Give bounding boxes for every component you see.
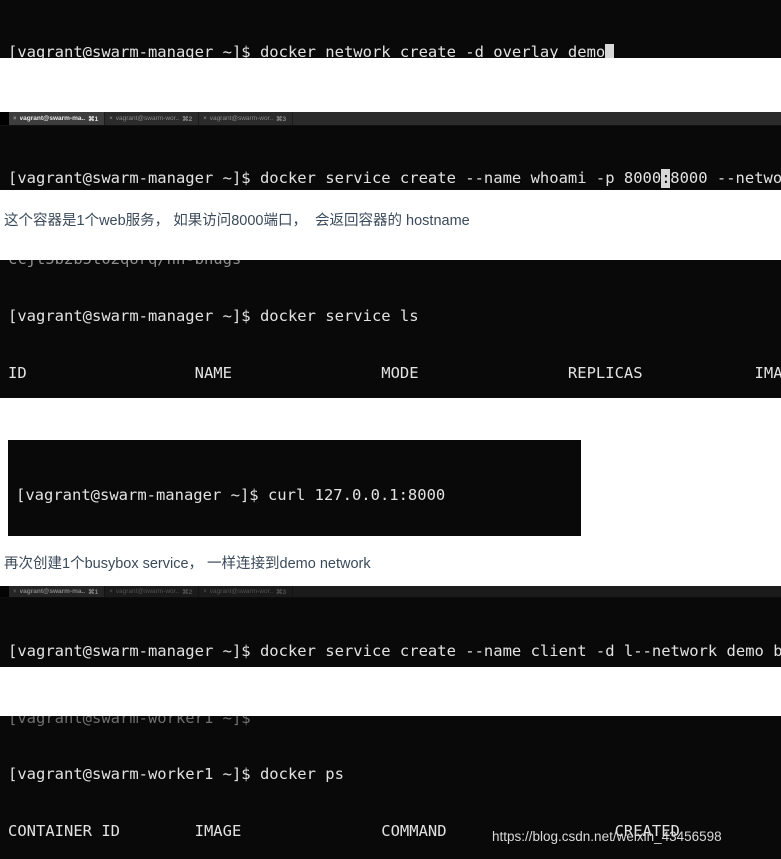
- tab-label: vagrant@swarm-wor..: [115, 115, 180, 122]
- tab-swarm-manager[interactable]: × vagrant@swarm-ma.. ⌘1: [9, 112, 106, 125]
- terminal-tab-bar[interactable]: × vagrant@swarm-ma.. ⌘1 × vagrant@swarm-…: [0, 586, 781, 598]
- terminal-line: [vagrant@swarm-manager ~]$ docker networ…: [8, 43, 781, 58]
- terminal-line: [vagrant@swarm-worker1 ~]$ docker ps: [8, 765, 344, 783]
- terminal-docker-ps-worker[interactable]: [vagrant@swarm-worker1 ~]$ [vagrant@swar…: [0, 716, 781, 859]
- terminal-line: [vagrant@swarm-manager ~]$ curl 127.0.0.…: [16, 486, 446, 504]
- caption-busybox-service: 再次创建1个busybox service， 一样连接到demo network: [4, 556, 371, 572]
- tab-label: vagrant@swarm-ma..: [19, 588, 86, 595]
- tab-label: vagrant@swarm-wor..: [209, 115, 274, 122]
- tab-bar-filler: [293, 586, 781, 597]
- tab-bar-nub: [0, 586, 9, 597]
- terminal-docker-network-create[interactable]: [vagrant@swarm-manager ~]$ docker networ…: [0, 0, 781, 58]
- tab-shortcut: ⌘2: [182, 588, 193, 596]
- tab-swarm-worker-3[interactable]: × vagrant@swarm-wor.. ⌘3: [199, 586, 294, 597]
- tab-close-icon[interactable]: ×: [203, 589, 207, 595]
- tab-close-icon[interactable]: ×: [109, 116, 113, 122]
- caption-web-service: 这个容器是1个web服务， 如果访问8000端口， 会返回容器的 hostnam…: [4, 213, 470, 229]
- tab-close-icon[interactable]: ×: [13, 116, 17, 122]
- watermark-url: https://blog.csdn.net/weixin_43456598: [492, 829, 722, 844]
- terminal-line: [vagrant@swarm-manager ~]$ docker servic…: [8, 169, 781, 188]
- terminal-table-header: ID NAME MODE REPLICAS IMAGE: [8, 364, 781, 382]
- terminal-clipped-line: ccjt5b2b5t02qUrq/nn-bhugs: [0, 260, 781, 269]
- terminal-tab-bar[interactable]: × vagrant@swarm-ma.. ⌘1 × vagrant@swarm-…: [0, 112, 781, 126]
- tab-swarm-manager[interactable]: × vagrant@swarm-ma.. ⌘1: [9, 586, 106, 597]
- tab-swarm-worker-2[interactable]: × vagrant@swarm-wor.. ⌘2: [105, 112, 200, 125]
- tab-label: vagrant@swarm-wor..: [209, 588, 274, 595]
- tab-close-icon[interactable]: ×: [109, 589, 113, 595]
- terminal-docker-service-create-whoami[interactable]: × vagrant@swarm-ma.. ⌘1 × vagrant@swarm-…: [0, 112, 781, 190]
- tab-close-icon[interactable]: ×: [203, 116, 207, 122]
- terminal-docker-service-create-client[interactable]: × vagrant@swarm-ma.. ⌘1 × vagrant@swarm-…: [0, 586, 781, 667]
- tab-bar-nub: [0, 112, 9, 125]
- tab-swarm-worker-3[interactable]: × vagrant@swarm-wor.. ⌘3: [199, 112, 294, 125]
- screenshot-page: [vagrant@swarm-manager ~]$ docker networ…: [0, 0, 781, 859]
- tab-bar-filler: [293, 112, 781, 125]
- tab-shortcut: ⌘3: [276, 588, 287, 596]
- terminal-clipped-line: [vagrant@swarm-worker1 ~]$: [8, 716, 251, 727]
- tab-shortcut: ⌘1: [88, 115, 99, 123]
- terminal-line: [vagrant@swarm-manager ~]$ docker servic…: [8, 642, 781, 660]
- tab-shortcut: ⌘2: [182, 115, 193, 123]
- terminal-docker-service-ls[interactable]: ccjt5b2b5t02qUrq/nn-bhugs [vagrant@swarm…: [0, 260, 781, 398]
- terminal-curl-whoami[interactable]: [vagrant@swarm-manager ~]$ curl 127.0.0.…: [8, 440, 581, 536]
- tab-label: vagrant@swarm-ma..: [19, 115, 86, 122]
- tab-close-icon[interactable]: ×: [13, 589, 17, 595]
- tab-swarm-worker-2[interactable]: × vagrant@swarm-wor.. ⌘2: [105, 586, 200, 597]
- terminal-line: [vagrant@swarm-manager ~]$ docker servic…: [8, 307, 419, 325]
- tab-shortcut: ⌘1: [88, 588, 99, 596]
- terminal-cursor: [605, 44, 615, 58]
- terminal-cursor: :: [661, 169, 671, 188]
- tab-shortcut: ⌘3: [276, 115, 287, 123]
- tab-label: vagrant@swarm-wor..: [115, 588, 180, 595]
